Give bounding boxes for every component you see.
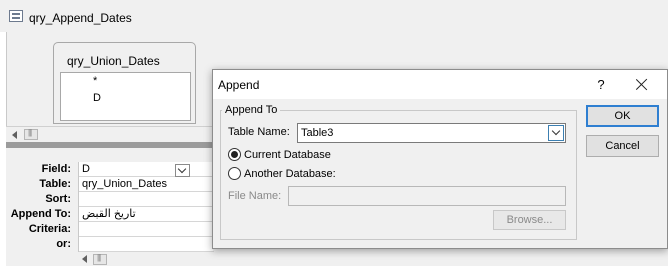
- another-database-radio[interactable]: [228, 167, 241, 180]
- row-label-criteria: Criteria:: [28, 223, 71, 235]
- dialog-title-bar: Append ?: [213, 70, 667, 99]
- browse-button[interactable]: Browse...: [493, 210, 566, 230]
- table-name-dropdown-button[interactable]: [548, 125, 564, 141]
- field-dropdown-button[interactable]: [175, 164, 190, 177]
- field-list-window[interactable]: qry_Union_Dates * D: [53, 42, 196, 124]
- row-label-sort: Sort:: [45, 193, 71, 205]
- scroll-left-icon[interactable]: [12, 131, 17, 139]
- row-label-append-to: Append To:: [10, 208, 71, 220]
- query-title-bar: qry_Append_Dates: [0, 0, 668, 32]
- field-list-item-d[interactable]: D: [93, 92, 101, 104]
- query-icon: [9, 10, 23, 22]
- grid-horizontal-scrollbar[interactable]: [78, 253, 213, 266]
- help-button[interactable]: ?: [591, 76, 611, 94]
- field-list-body[interactable]: * D: [60, 72, 191, 121]
- row-label-or: or:: [56, 238, 71, 250]
- current-database-radio[interactable]: [228, 148, 241, 161]
- another-database-label[interactable]: Another Database:: [244, 168, 336, 180]
- scroll-left-icon[interactable]: [82, 255, 87, 263]
- design-horizontal-scrollbar[interactable]: [6, 126, 213, 142]
- grid-column-1: D qry_Union_Dates تاريخ القبض: [78, 162, 214, 252]
- query-title: qry_Append_Dates: [29, 11, 132, 25]
- field-list-title: qry_Union_Dates: [67, 54, 160, 68]
- table-cell[interactable]: qry_Union_Dates: [79, 177, 214, 192]
- dialog-title: Append: [218, 78, 260, 92]
- group-label: Append To: [222, 104, 281, 116]
- table-name-combobox[interactable]: Table3: [297, 123, 566, 143]
- row-label-table: Table:: [39, 178, 71, 190]
- sort-cell[interactable]: [79, 192, 214, 207]
- append-to-cell[interactable]: تاريخ القبض: [79, 207, 214, 222]
- chevron-down-icon: [177, 164, 187, 174]
- field-cell[interactable]: D: [79, 162, 214, 177]
- scroll-thumb[interactable]: [93, 253, 107, 265]
- append-dialog: Append ? Append To Table Name: Table3 Cu…: [212, 69, 668, 249]
- or-cell[interactable]: [79, 237, 214, 252]
- file-name-input[interactable]: [288, 186, 566, 206]
- cancel-button[interactable]: Cancel: [586, 135, 659, 157]
- table-name-label: Table Name:: [228, 126, 290, 138]
- current-database-label[interactable]: Current Database: [244, 149, 331, 161]
- scroll-thumb[interactable]: [24, 128, 38, 140]
- grid-row-labels: Field: Table: Sort: Append To: Criteria:…: [6, 162, 71, 252]
- table-name-value: Table3: [301, 127, 334, 139]
- ok-button[interactable]: OK: [586, 105, 659, 127]
- criteria-cell[interactable]: [79, 222, 214, 237]
- field-list-item-all[interactable]: *: [93, 75, 97, 87]
- close-icon[interactable]: [628, 74, 656, 96]
- file-name-label: File Name:: [228, 190, 282, 202]
- chevron-down-icon: [551, 126, 561, 136]
- row-label-field: Field:: [41, 163, 71, 175]
